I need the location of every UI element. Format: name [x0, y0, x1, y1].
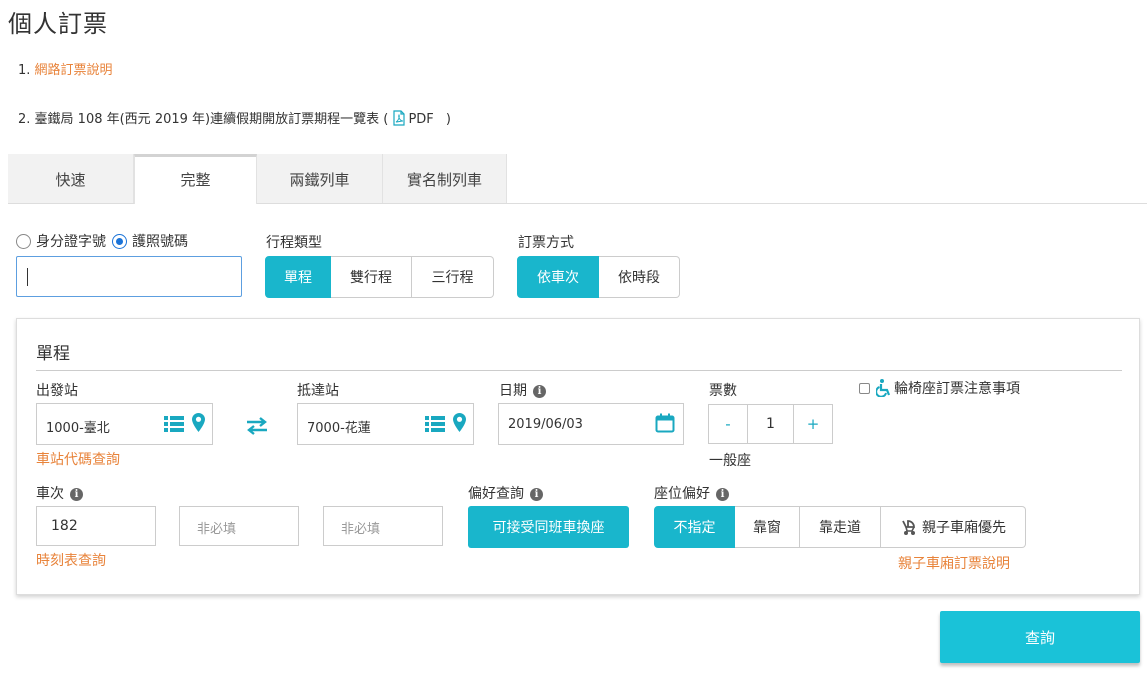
- trip-three-button[interactable]: 三行程: [412, 256, 494, 298]
- radio-id-card[interactable]: [16, 233, 31, 249]
- train-no-field-3[interactable]: 非必填: [323, 506, 443, 546]
- departure-label: 出發站: [36, 383, 78, 399]
- seat-preference-group: 不指定 靠窗 靠走道 親子車廂優先: [654, 506, 1026, 548]
- family-car-label: 親子車廂優先: [922, 520, 1006, 536]
- station-list-icon[interactable]: [425, 415, 445, 432]
- swap-stations-icon[interactable]: [245, 417, 269, 435]
- seat-aisle-button[interactable]: 靠走道: [800, 506, 881, 548]
- note-2-text: 2. 臺鐵局 108 年(西元 2019 年)連續假期開放訂票期程一覽表 (: [18, 112, 389, 127]
- booking-tabs: 快速 完整 兩鐵列車 實名制列車: [8, 154, 1147, 204]
- ticket-plus-button[interactable]: +: [793, 404, 833, 444]
- online-booking-guide-link[interactable]: 網路訂票說明: [35, 63, 113, 78]
- tab-bike-train[interactable]: 兩鐵列車: [257, 154, 383, 203]
- ticket-count-label: 票數: [709, 383, 737, 399]
- timetable-lookup-link[interactable]: 時刻表查詢: [36, 550, 106, 570]
- info-icon[interactable]: i: [533, 385, 546, 398]
- page-title: 個人訂票: [8, 10, 108, 38]
- preference-label-text: 偏好查詢: [468, 486, 524, 502]
- id-number-input[interactable]: [16, 256, 242, 297]
- seat-class-label: 一般座: [709, 453, 751, 469]
- arrival-station-value: 7000-花蓮: [307, 421, 371, 436]
- departure-station-field[interactable]: 1000-臺北: [36, 403, 213, 445]
- date-label: 日期 i: [499, 380, 546, 400]
- preference-label: 偏好查詢 i: [468, 483, 543, 503]
- date-label-text: 日期: [499, 383, 527, 399]
- accept-seat-change-button[interactable]: 可接受同班車換座: [468, 506, 629, 548]
- seat-window-button[interactable]: 靠窗: [735, 506, 800, 548]
- trip-one-way-button[interactable]: 單程: [265, 256, 331, 298]
- wheelchair-icon: [876, 379, 891, 397]
- info-icon[interactable]: i: [716, 488, 729, 501]
- train-no-label: 車次 i: [36, 483, 83, 503]
- panel-divider: [36, 370, 1122, 371]
- trip-type-group: 單程 雙行程 三行程: [265, 256, 494, 298]
- arrival-label: 抵達站: [297, 383, 339, 399]
- radio-id-card-label: 身分證字號: [36, 234, 106, 250]
- ticket-count-stepper: - 1 +: [708, 404, 833, 444]
- note-1-prefix: 1.: [18, 63, 31, 78]
- train-no-3-placeholder: 非必填: [341, 522, 381, 537]
- note-2: 2. 臺鐵局 108 年(西元 2019 年)連續假期開放訂票期程一覽表 ( P…: [18, 108, 451, 127]
- info-icon[interactable]: i: [530, 488, 543, 501]
- panel-title: 單程: [36, 344, 70, 364]
- train-no-2-placeholder: 非必填: [197, 522, 237, 537]
- family-car-button[interactable]: 親子車廂優先: [881, 506, 1026, 548]
- map-pin-icon[interactable]: [453, 413, 466, 432]
- pdf-link[interactable]: PDF: [392, 110, 437, 127]
- seat-no-preference-button[interactable]: 不指定: [654, 506, 735, 548]
- booking-method-label: 訂票方式: [518, 235, 574, 251]
- radio-passport-label: 護照號碼: [132, 234, 188, 250]
- wheelchair-notice-link[interactable]: 輪椅座訂票注意事項: [894, 378, 1020, 398]
- tab-quick[interactable]: 快速: [8, 154, 134, 203]
- stroller-icon: [902, 520, 915, 535]
- date-value: 2019/06/03: [508, 417, 583, 432]
- tab-real-name-train[interactable]: 實名制列車: [383, 154, 507, 203]
- info-icon[interactable]: i: [70, 488, 83, 501]
- train-no-label-text: 車次: [36, 486, 64, 502]
- calendar-icon[interactable]: [655, 413, 675, 433]
- train-no-field-2[interactable]: 非必填: [179, 506, 299, 546]
- station-code-lookup-link[interactable]: 車站代碼查詢: [36, 449, 120, 469]
- tab-full[interactable]: 完整: [134, 154, 257, 204]
- id-type-radio-group: 身分證字號 護照號碼: [16, 231, 188, 251]
- pdf-link-label: PDF: [408, 112, 434, 127]
- pdf-file-icon: [393, 110, 406, 126]
- train-no-field-1[interactable]: 182: [36, 506, 156, 546]
- by-train-button[interactable]: 依車次: [517, 256, 599, 298]
- train-no-value: 182: [51, 518, 78, 534]
- text-caret: [27, 268, 28, 286]
- ticket-count-value[interactable]: 1: [748, 404, 793, 444]
- wheelchair-checkbox[interactable]: [859, 382, 870, 394]
- search-submit-button[interactable]: 查詢: [940, 611, 1140, 663]
- family-car-guide-link[interactable]: 親子車廂訂票說明: [898, 553, 1010, 573]
- trip-round-button[interactable]: 雙行程: [331, 256, 412, 298]
- note-2-close: ): [445, 112, 451, 127]
- wheelchair-notice: 輪椅座訂票注意事項: [859, 378, 1020, 398]
- ticket-minus-button[interactable]: -: [708, 404, 748, 444]
- booking-method-group: 依車次 依時段: [517, 256, 680, 298]
- station-list-icon[interactable]: [164, 415, 184, 432]
- by-time-button[interactable]: 依時段: [599, 256, 680, 298]
- date-field[interactable]: 2019/06/03: [498, 403, 684, 445]
- map-pin-icon[interactable]: [192, 413, 205, 432]
- seat-preference-label-text: 座位偏好: [654, 486, 710, 502]
- trip-type-label: 行程類型: [266, 235, 322, 251]
- arrival-station-field[interactable]: 7000-花蓮: [297, 403, 474, 445]
- departure-station-value: 1000-臺北: [46, 421, 110, 436]
- note-1: 1. 網路訂票說明: [18, 59, 113, 78]
- seat-preference-label: 座位偏好 i: [654, 483, 729, 503]
- radio-passport[interactable]: [112, 233, 127, 249]
